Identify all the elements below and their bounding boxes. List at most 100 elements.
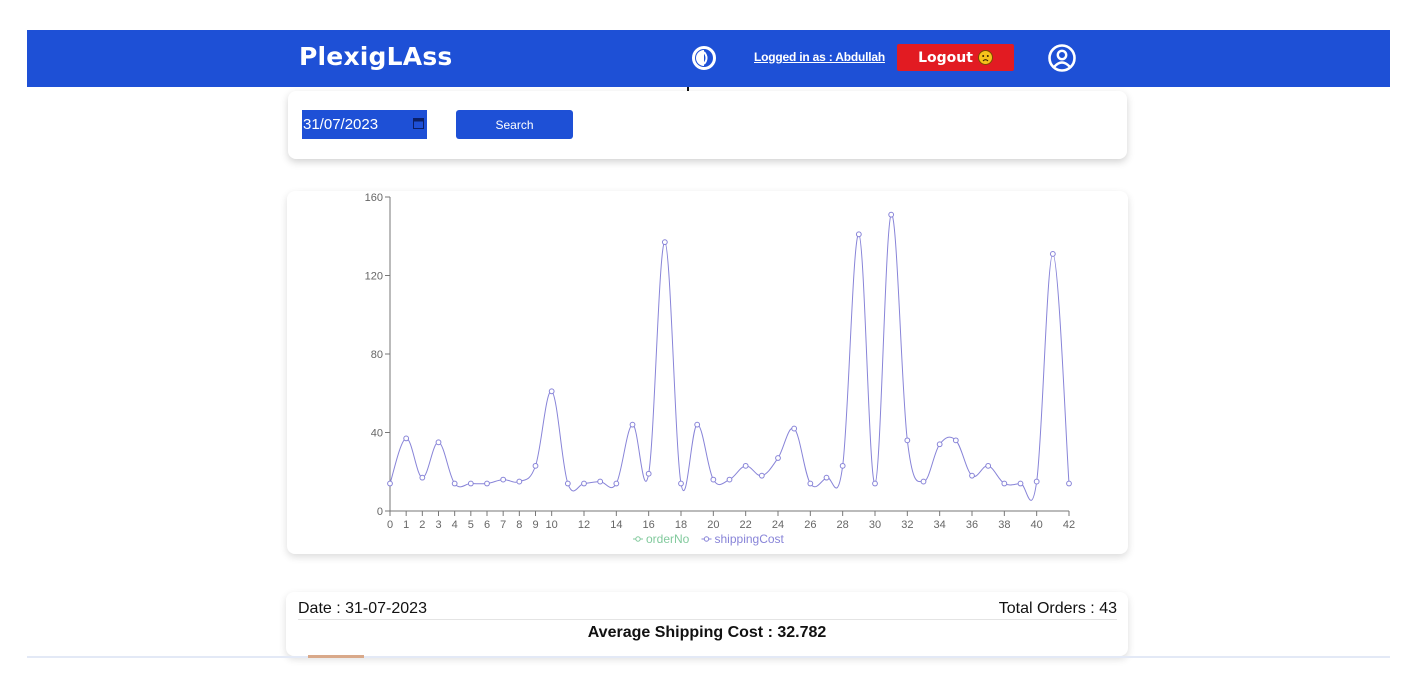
- data-point: [904, 437, 911, 444]
- data-point: [467, 480, 474, 487]
- data-point: [888, 211, 895, 218]
- data-point: [855, 231, 862, 238]
- data-point: [985, 462, 992, 469]
- data-point: [710, 476, 717, 483]
- x-axis: 0 1 2 3 4 5 6 7 8 9 10 12 14 16 18 20 22 24 26 28 30 32 34 36 38…: [387, 510, 1075, 531]
- data-point: [661, 239, 668, 246]
- page-bottom-divider: [27, 656, 1390, 658]
- data-point: [1017, 480, 1024, 487]
- chart-legend: orderNo shippingCost: [633, 532, 785, 546]
- legend-label-orderNo: orderNo: [646, 532, 690, 546]
- data-point: [969, 472, 975, 479]
- data-point: [1049, 251, 1056, 257]
- date-input-value: 31/07/2023: [303, 116, 379, 133]
- data-point: [791, 425, 798, 432]
- x-tick-label: 2: [419, 519, 425, 531]
- x-tick-label: 12: [578, 519, 590, 531]
- x-tick-label: 16: [643, 519, 655, 531]
- data-point: [403, 435, 410, 442]
- y-tick-label: 0: [377, 506, 383, 518]
- summary-total-orders: Total Orders : 43: [998, 600, 1117, 617]
- data-point: [581, 480, 587, 487]
- x-tick-label: 38: [998, 519, 1010, 531]
- logged-in-user-link[interactable]: Logged in as : Abdullah: [754, 50, 885, 64]
- data-point: [548, 388, 555, 395]
- user-circle-icon[interactable]: [1047, 43, 1077, 73]
- data-point: [451, 480, 458, 487]
- x-tick-label: 26: [804, 519, 816, 531]
- series-line-shippingCost: [389, 214, 1070, 501]
- date-input[interactable]: 31/07/2023: [302, 110, 427, 139]
- brand-logo[interactable]: PlexigLAss: [299, 42, 452, 71]
- x-tick-label: 28: [837, 519, 849, 531]
- contrast-icon[interactable]: [691, 45, 717, 71]
- data-point: [839, 462, 846, 469]
- x-tick-label: 42: [1063, 519, 1075, 531]
- frown-emoji-icon: [977, 50, 993, 65]
- data-point: [678, 480, 684, 487]
- top-navbar: PlexigLAss Logged in as : Abdullah Logou…: [27, 30, 1390, 87]
- x-tick-label: 18: [675, 519, 687, 531]
- x-tick-label: 8: [516, 519, 522, 531]
- x-tick-label: 22: [740, 519, 752, 531]
- data-point: [435, 439, 442, 446]
- x-tick-label: 9: [532, 519, 538, 531]
- x-tick-label: 1: [403, 519, 409, 531]
- data-point: [387, 480, 393, 487]
- data-point: [758, 472, 765, 479]
- shipping-cost-line-chart: 04080120160 0 1 2 3 4 5 6 7 8 9 10 12 14 16 18 20 22 24 26…: [365, 192, 1075, 546]
- data-point: [952, 437, 959, 444]
- y-tick-label: 160: [365, 192, 383, 204]
- data-point: [532, 462, 539, 469]
- data-point: [629, 421, 636, 428]
- data-point: [920, 478, 927, 485]
- x-tick-label: 32: [901, 519, 913, 531]
- data-point: [516, 478, 523, 485]
- x-tick-label: 14: [610, 519, 622, 531]
- data-point: [613, 480, 620, 487]
- y-tick-label: 40: [371, 428, 383, 440]
- logout-label: Logout: [918, 49, 973, 66]
- data-point: [726, 476, 733, 483]
- x-tick-label: 0: [387, 519, 393, 531]
- data-point: [742, 462, 749, 469]
- data-point: [823, 474, 830, 481]
- next-section-peek: [308, 655, 364, 658]
- legend-marker-shippingCost: [703, 536, 710, 542]
- x-tick-label: 6: [484, 519, 490, 531]
- data-point: [419, 474, 426, 481]
- x-tick-label: 10: [546, 519, 558, 531]
- data-point: [1001, 480, 1008, 487]
- logout-button[interactable]: Logout: [897, 44, 1014, 71]
- data-point: [500, 476, 507, 483]
- summary-card: Date : 31-07-2023 Total Orders : 43 Aver…: [286, 592, 1128, 656]
- y-tick-label: 120: [365, 271, 383, 283]
- x-tick-label: 20: [707, 519, 719, 531]
- summary-average-shipping: Average Shipping Cost : 32.782: [587, 624, 827, 641]
- data-point: [484, 480, 490, 487]
- x-tick-label: 5: [468, 519, 474, 531]
- legend-label-shippingCost: shippingCost: [715, 532, 785, 546]
- data-point: [1066, 480, 1072, 487]
- data-point: [694, 421, 701, 428]
- x-tick-label: 4: [452, 519, 458, 531]
- y-axis: 0 40 80 120 160: [365, 192, 391, 518]
- y-tick-label: 80: [371, 349, 383, 361]
- data-point: [645, 470, 652, 477]
- data-point: [807, 480, 814, 487]
- search-button[interactable]: Search: [456, 110, 573, 139]
- x-tick-label: 30: [869, 519, 881, 531]
- data-point: [775, 455, 781, 461]
- chart-card: 0 40 80 120 160 0 1 2 3 4 5 6 7 8 9 10 12 14 16 18 20 22 24 26…: [287, 191, 1128, 554]
- search-card: 31/07/2023 Search: [288, 91, 1127, 159]
- x-tick-label: 3: [435, 519, 441, 531]
- calendar-icon[interactable]: [413, 118, 424, 129]
- data-point: [564, 480, 571, 487]
- summary-date: Date : 31-07-2023: [298, 600, 427, 617]
- x-tick-label: 24: [772, 519, 784, 531]
- x-tick-label: 34: [934, 519, 946, 531]
- x-tick-label: 40: [1031, 519, 1043, 531]
- data-point: [1033, 478, 1040, 485]
- data-point: [597, 478, 604, 485]
- summary-divider: [298, 619, 1117, 620]
